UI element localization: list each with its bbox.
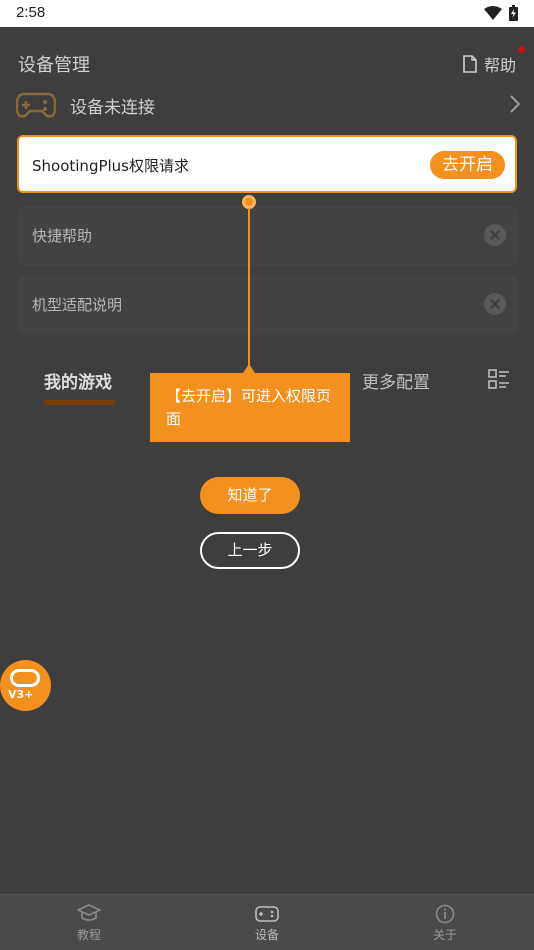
nav-about[interactable]: 关于 bbox=[356, 895, 534, 950]
gamepad-icon bbox=[10, 669, 40, 687]
help-button[interactable]: 帮助 bbox=[462, 46, 526, 76]
nav-device[interactable]: 设备 bbox=[178, 895, 356, 950]
battery-icon bbox=[509, 5, 518, 21]
nav-tutorial[interactable]: 教程 bbox=[0, 895, 178, 950]
model-adapt-label: 机型适配说明 bbox=[32, 296, 123, 314]
page-title: 设备管理 bbox=[18, 55, 90, 76]
help-label: 帮助 bbox=[484, 56, 517, 75]
nav-about-label: 关于 bbox=[432, 928, 457, 942]
permission-request-label: ShootingPlus权限请求 bbox=[32, 157, 189, 175]
quick-help-item[interactable]: 快捷帮助 bbox=[18, 206, 518, 266]
open-permission-button[interactable]: 去开启 bbox=[430, 151, 505, 179]
notification-dot bbox=[518, 46, 526, 53]
close-icon[interactable] bbox=[484, 224, 506, 246]
info-icon bbox=[435, 904, 455, 924]
nav-tutorial-label: 教程 bbox=[76, 928, 101, 942]
list-view-icon[interactable] bbox=[488, 368, 510, 390]
guide-arrow bbox=[243, 364, 255, 373]
device-connection-row[interactable]: 设备未连接 bbox=[16, 86, 520, 124]
permission-request-card: ShootingPlus权限请求 去开启 bbox=[17, 135, 517, 193]
status-bar: 2:58 bbox=[0, 0, 534, 27]
guide-connector-line bbox=[248, 208, 250, 366]
close-icon[interactable] bbox=[484, 293, 506, 315]
guide-tooltip: 【去开启】可进入权限页面 bbox=[150, 373, 350, 442]
v3-label: V3+ bbox=[8, 688, 34, 701]
gamepad-icon bbox=[16, 92, 56, 118]
tab-underline bbox=[44, 400, 115, 405]
previous-step-button[interactable]: 上一步 bbox=[200, 532, 300, 569]
bottom-nav: 教程 设备 关于 bbox=[0, 894, 534, 950]
wifi-icon bbox=[484, 6, 502, 20]
v3-floating-button[interactable]: V3+ bbox=[0, 660, 51, 711]
model-adapt-item[interactable]: 机型适配说明 bbox=[18, 275, 518, 335]
document-icon bbox=[463, 55, 477, 73]
guide-anchor-dot bbox=[242, 195, 256, 209]
chevron-right-icon bbox=[510, 95, 520, 113]
status-time: 2:58 bbox=[16, 4, 46, 21]
tab-more-config[interactable]: 更多配置 bbox=[362, 368, 430, 393]
graduation-cap-icon bbox=[77, 904, 101, 921]
nav-device-label: 设备 bbox=[254, 928, 279, 942]
quick-help-label: 快捷帮助 bbox=[32, 227, 93, 245]
got-it-button[interactable]: 知道了 bbox=[200, 477, 300, 514]
tab-my-games[interactable]: 我的游戏 bbox=[44, 368, 112, 393]
device-status-label: 设备未连接 bbox=[70, 97, 155, 118]
gamepad-icon bbox=[255, 906, 279, 922]
